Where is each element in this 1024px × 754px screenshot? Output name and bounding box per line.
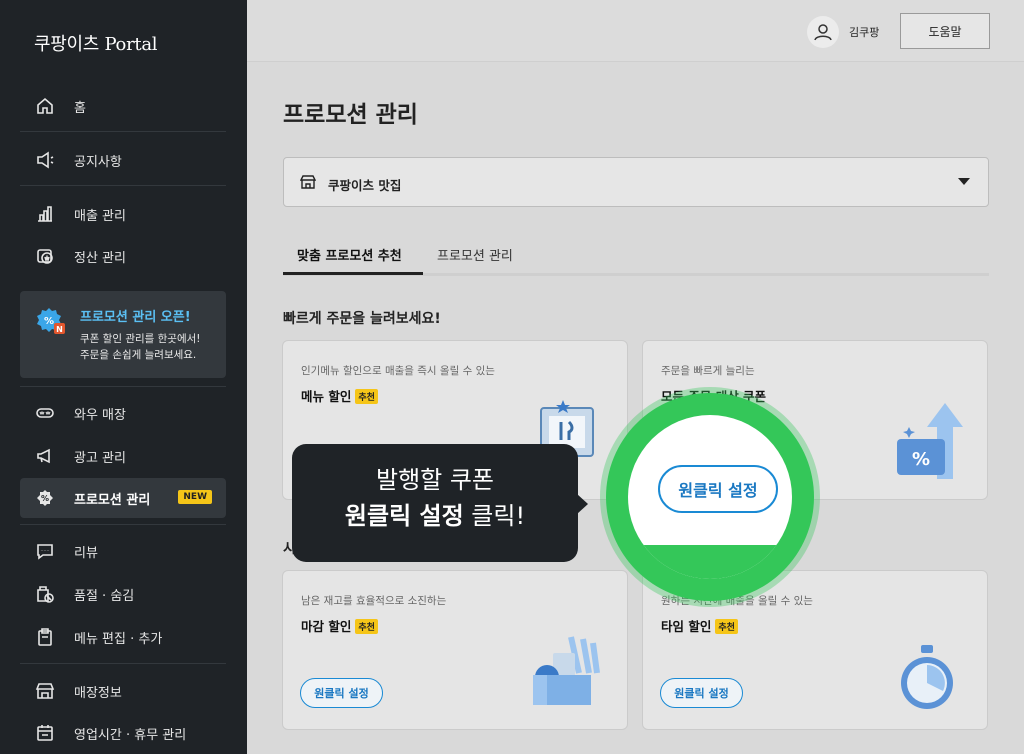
tooltip-line: 발행할 쿠폰: [375, 466, 495, 494]
sidebar-item-store-info[interactable]: 매장정보: [20, 671, 226, 711]
active-tab-indicator: [283, 272, 423, 275]
sidebar-item-wow[interactable]: 와우 매장: [20, 393, 226, 433]
top-bar: 김쿠팡 도움말: [247, 0, 1024, 62]
sidebar-item-soldout[interactable]: 품절 · 숨김: [20, 574, 226, 614]
card-title: 타임 할인 추천: [661, 616, 738, 635]
grocery-box-icon: [533, 636, 600, 705]
sidebar: 쿠팡이츠 Portal 홈 공지사항 매출 관리 정산 관리 % N 프로모션 …: [0, 0, 247, 754]
brand-suffix: Portal: [104, 34, 158, 55]
one-click-setup-button[interactable]: 원클릭 설정: [660, 678, 743, 708]
store-select[interactable]: 쿠팡이츠 맛집: [283, 157, 989, 207]
review-icon: [34, 540, 56, 562]
svg-text:%: %: [44, 316, 54, 327]
sidebar-item-label: 매출 관리: [74, 208, 126, 224]
svg-text:%: %: [41, 494, 49, 503]
promo-box-desc: 쿠폰 할인 관리를 한곳에서! 주문을 손쉽게 늘려보세요.: [80, 331, 200, 363]
store-select-value: 쿠팡이츠 맛집: [328, 178, 402, 193]
promo-card-closing-discount[interactable]: 남은 재고를 효율적으로 소진하는 마감 할인 추천 원클릭 설정: [282, 570, 628, 730]
sidebar-item-label: 광고 관리: [74, 450, 126, 466]
menu-edit-icon: [34, 626, 56, 648]
page-title: 프로모션 관리: [283, 102, 418, 128]
svg-text:N: N: [56, 325, 63, 334]
promotion-badge-icon: % N: [37, 308, 65, 334]
sidebar-item-label: 공지사항: [74, 154, 122, 170]
new-badge: NEW: [178, 490, 212, 504]
brand-name: 쿠팡이츠: [34, 34, 100, 55]
bar-chart-icon: [34, 203, 56, 225]
sidebar-item-label: 매장정보: [74, 685, 122, 701]
home-icon: [34, 95, 56, 117]
sidebar-item-ads[interactable]: 광고 관리: [20, 436, 226, 476]
user-icon[interactable]: [807, 16, 839, 48]
recommend-badge: 추천: [355, 619, 378, 634]
card-subtitle: 인기메뉴 할인으로 매출을 즉시 올릴 수 있는: [301, 365, 495, 377]
divider: [20, 663, 226, 664]
chevron-down-icon: [958, 178, 970, 185]
magnifier-lens: 원클릭 설정: [628, 415, 792, 579]
tooltip-arrow: [577, 494, 588, 514]
svg-text:%: %: [912, 449, 930, 470]
sidebar-item-label: 메뉴 편집 · 추가: [74, 631, 163, 647]
section-title: 빠르게 주문을 늘려보세요!: [283, 311, 441, 327]
card-subtitle: 주문을 빠르게 늘리는: [661, 365, 755, 377]
user-name[interactable]: 김쿠팡: [849, 24, 879, 40]
wow-icon: [34, 402, 56, 424]
recommend-badge: 추천: [355, 389, 378, 404]
help-button[interactable]: 도움말: [900, 13, 990, 49]
settlement-icon: [34, 245, 56, 267]
tab-promotion-manage[interactable]: 프로모션 관리: [437, 245, 513, 264]
sidebar-item-notice[interactable]: 공지사항: [20, 140, 226, 180]
sidebar-item-menu-edit[interactable]: 메뉴 편집 · 추가: [20, 617, 226, 657]
stopwatch-icon: [901, 645, 953, 709]
card-title: 메뉴 할인 추천: [301, 386, 378, 405]
guide-tooltip: 발행할 쿠폰 원클릭 설정 클릭!: [292, 444, 588, 562]
tab-recommended[interactable]: 맞춤 프로모션 추천: [297, 245, 402, 264]
tooltip-line: 원클릭 설정 클릭!: [292, 498, 578, 534]
magnifier-accent: [628, 545, 792, 579]
megaphone-icon: [34, 149, 56, 171]
promo-box-desc-line: 주문을 손쉽게 늘려보세요.: [80, 349, 197, 361]
sidebar-item-label: 영업시간 · 휴무 관리: [74, 727, 187, 743]
sidebar-item-review[interactable]: 리뷰: [20, 531, 226, 571]
card-name: 타임 할인: [661, 619, 712, 634]
promo-box-title: 프로모션 관리 오픈!: [80, 310, 191, 325]
card-name: 메뉴 할인: [301, 389, 352, 404]
highlight-magnifier: 원클릭 설정: [606, 393, 814, 601]
tooltip-text: 클릭!: [463, 502, 526, 530]
coupon-growth-icon: %: [897, 403, 963, 479]
sidebar-item-settlement[interactable]: 정산 관리: [20, 236, 226, 276]
brand-logo[interactable]: 쿠팡이츠 Portal: [34, 30, 158, 56]
sidebar-item-hours[interactable]: 영업시간 · 휴무 관리: [20, 713, 226, 753]
tooltip-emphasis: 원클릭 설정: [344, 502, 464, 530]
one-click-setup-button[interactable]: 원클릭 설정: [300, 678, 383, 708]
card-name: 마감 할인: [301, 619, 352, 634]
card-title: 마감 할인 추천: [301, 616, 378, 635]
sidebar-item-label: 품절 · 숨김: [74, 588, 135, 604]
sidebar-item-label: 리뷰: [74, 545, 98, 561]
sidebar-item-label: 정산 관리: [74, 250, 126, 266]
ad-icon: [34, 445, 56, 467]
sidebar-item-label: 와우 매장: [74, 407, 126, 423]
divider: [20, 524, 226, 525]
sidebar-item-label: 프로모션 관리: [74, 492, 151, 508]
recommend-badge: 추천: [715, 619, 738, 634]
promo-box-desc-line: 쿠폰 할인 관리를 한곳에서!: [80, 333, 201, 345]
sidebar-item-home[interactable]: 홈: [20, 86, 226, 126]
soldout-icon: [34, 583, 56, 605]
sidebar-item-label: 홈: [74, 100, 86, 116]
store-icon: [300, 175, 316, 189]
promo-announcement[interactable]: % N 프로모션 관리 오픈! 쿠폰 할인 관리를 한곳에서! 주문을 손쉽게 …: [20, 291, 226, 378]
card-subtitle: 남은 재고를 효율적으로 소진하는: [301, 595, 447, 607]
one-click-setup-button-highlighted[interactable]: 원클릭 설정: [658, 465, 778, 513]
promotion-icon: %: [34, 487, 56, 509]
divider: [20, 185, 226, 186]
store-icon: [34, 680, 56, 702]
sidebar-item-sales[interactable]: 매출 관리: [20, 194, 226, 234]
divider: [20, 131, 226, 132]
calendar-icon: [34, 722, 56, 744]
sidebar-item-promotion[interactable]: % 프로모션 관리 NEW: [20, 478, 226, 518]
divider: [20, 386, 226, 387]
